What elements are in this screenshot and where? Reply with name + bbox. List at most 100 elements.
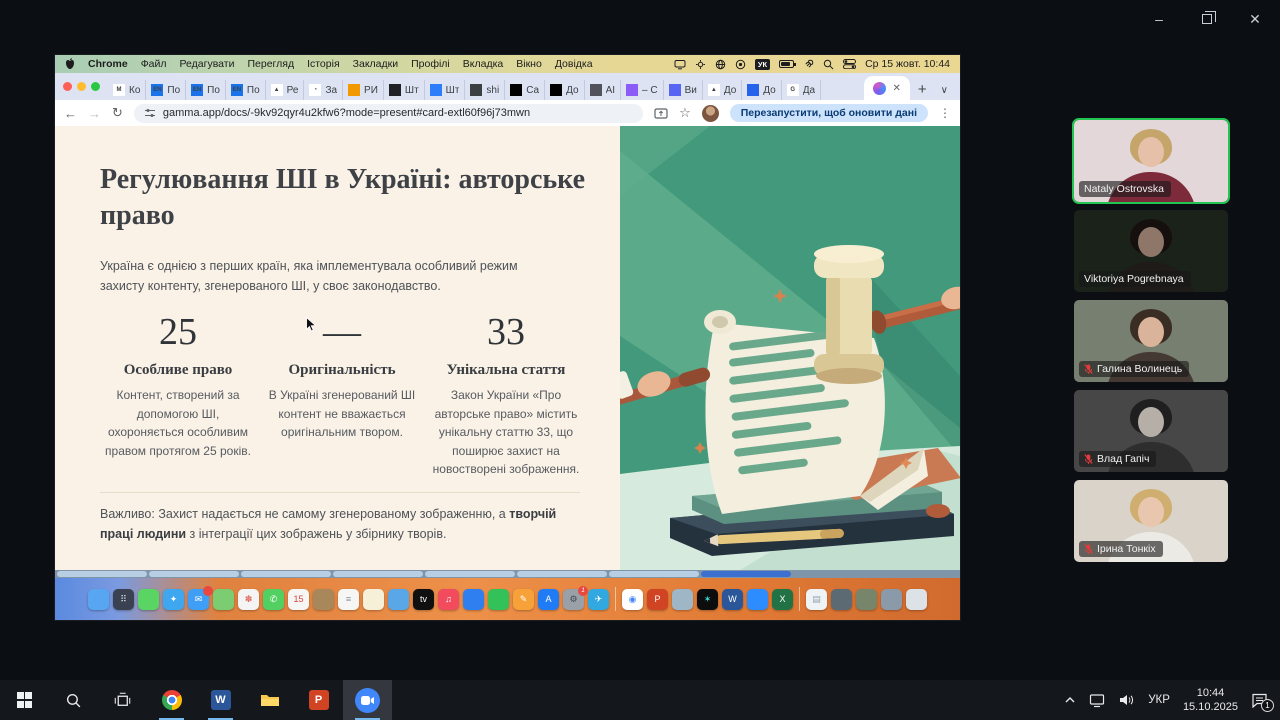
back-button[interactable]: ← [64, 106, 77, 121]
network-icon[interactable] [1089, 693, 1106, 708]
taskbar-powerpoint-button[interactable]: P [294, 680, 343, 720]
taskbar-chrome-button[interactable] [147, 680, 196, 720]
browser-tab[interactable]: РИ [343, 80, 384, 100]
browser-tab[interactable]: До [545, 80, 584, 100]
browser-tab[interactable]: Шт [425, 80, 466, 100]
dock-settings[interactable]: ⚙ 1 [563, 589, 584, 610]
progress-segment[interactable] [333, 571, 423, 577]
dock-finder[interactable] [88, 589, 109, 610]
spotlight-search-icon[interactable] [823, 59, 834, 70]
participant-vlad-hapich[interactable]: Влад Гапіч [1072, 388, 1230, 474]
share-tab-icon[interactable] [654, 107, 668, 120]
task-view-button[interactable] [98, 680, 147, 720]
dock-keynote[interactable] [463, 589, 484, 610]
volume-icon[interactable] [1119, 693, 1135, 707]
hidden-icons-chevron[interactable] [1064, 696, 1076, 704]
active-tab-gamma[interactable]: ✕ [864, 76, 910, 100]
profile-avatar[interactable] [702, 105, 719, 122]
dock-contacts[interactable] [313, 589, 334, 610]
menubar-item[interactable]: Закладки [353, 58, 398, 70]
dock-chrome[interactable]: ◉ [622, 589, 643, 610]
taskbar-search-button[interactable] [49, 680, 98, 720]
dock-screenshot-file-2[interactable] [856, 589, 877, 610]
browser-tab[interactable]: EN По [186, 80, 226, 100]
taskbar-word-button[interactable]: W [196, 680, 245, 720]
dock-screenshot-file-1[interactable] [831, 589, 852, 610]
dock-telegram[interactable]: ✈ [588, 589, 609, 610]
dock-excel[interactable]: X [772, 589, 793, 610]
taskbar-clock[interactable]: 10:44 15.10.2025 [1183, 686, 1238, 715]
dock-powerpoint[interactable]: P [647, 589, 668, 610]
dock-music[interactable]: ♫ [438, 589, 459, 610]
dock-document[interactable]: ▤ [806, 589, 827, 610]
participant-iryna-tonkikh[interactable]: Ірина Тонкіх [1072, 478, 1230, 564]
browser-tab[interactable]: ◔ За [304, 80, 343, 100]
progress-segment[interactable] [701, 571, 791, 577]
new-tab-button[interactable]: + [910, 81, 935, 100]
browser-tab[interactable]: Шт [384, 80, 425, 100]
restore-button[interactable] [1196, 8, 1218, 30]
progress-segment[interactable] [609, 571, 699, 577]
progress-segment[interactable] [517, 571, 607, 577]
browser-tab[interactable]: M Ко [108, 80, 146, 100]
dock-messages[interactable] [138, 589, 159, 610]
browser-tab[interactable]: EN По [226, 80, 266, 100]
menubar-app-name[interactable]: Chrome [88, 58, 128, 70]
minimize-button[interactable]: – [1148, 8, 1170, 30]
mac-minimize-icon[interactable] [77, 82, 86, 91]
dock-numbers[interactable] [488, 589, 509, 610]
browser-tab[interactable]: shi [465, 80, 505, 100]
browser-tab[interactable]: EN По [146, 80, 186, 100]
dock-butterfly-app[interactable]: ✶ [697, 589, 718, 610]
gear-status-icon[interactable] [695, 59, 706, 70]
dock-weather[interactable] [388, 589, 409, 610]
participant-viktoriya-pogrebnaya[interactable]: Viktoriya Pogrebnaya [1072, 208, 1230, 294]
browser-tab[interactable]: Са [505, 80, 545, 100]
record-status-icon[interactable] [735, 59, 746, 70]
relaunch-to-update-button[interactable]: Перезапустити, щоб оновити дані [730, 104, 928, 122]
tab-search-chevron-icon[interactable]: ∨ [935, 85, 954, 100]
globe-status-icon[interactable] [715, 59, 726, 70]
forward-button[interactable]: → [88, 106, 101, 121]
presentation-progress-bar[interactable] [55, 570, 960, 578]
dock-trash[interactable] [906, 589, 927, 610]
menubar-item[interactable]: Історія [307, 58, 340, 70]
address-bar[interactable]: gamma.app/docs/-9kv92qyr4u2kfw6?mode=pre… [134, 104, 643, 123]
progress-segment[interactable] [425, 571, 515, 577]
dock-facetime[interactable]: ✆ [263, 589, 284, 610]
dock-screenshot-app[interactable] [672, 589, 693, 610]
browser-tab[interactable]: Ви [664, 80, 703, 100]
menubar-item[interactable]: Профілі [411, 58, 450, 70]
taskbar-file-explorer-button[interactable] [245, 680, 294, 720]
participant-halyna-volynets[interactable]: Галина Волинець [1072, 298, 1230, 384]
dock-photos[interactable]: ✽ [238, 589, 259, 610]
dock-notes[interactable] [363, 589, 384, 610]
menubar-item[interactable]: Довідка [555, 58, 593, 70]
dock-safari[interactable]: ✦ [163, 589, 184, 610]
mac-close-icon[interactable] [63, 82, 72, 91]
dock-apple-tv[interactable]: tv [413, 589, 434, 610]
menubar-item[interactable]: Файл [141, 58, 167, 70]
menubar-item[interactable]: Редагувати [180, 58, 235, 70]
menubar-item[interactable]: Перегляд [247, 58, 294, 70]
input-language-badge[interactable]: УК [755, 59, 770, 70]
browser-tab[interactable]: ▲ Ре [266, 80, 305, 100]
apple-logo-icon[interactable] [65, 58, 75, 70]
browser-tab[interactable]: AI [585, 80, 621, 100]
menubar-item[interactable]: Вікно [516, 58, 542, 70]
mac-fullscreen-icon[interactable] [91, 82, 100, 91]
reload-button[interactable]: ↻ [112, 105, 123, 121]
tab-close-icon[interactable]: ✕ [893, 83, 901, 94]
dock-calendar[interactable]: 15 [288, 589, 309, 610]
display-status-icon[interactable] [674, 58, 686, 70]
menubar-datetime[interactable]: Ср 15 жовт. 10:44 [865, 58, 950, 70]
chrome-menu-icon[interactable]: ⋮ [939, 106, 951, 120]
close-button[interactable]: ✕ [1244, 8, 1266, 30]
menubar-item[interactable]: Вкладка [463, 58, 503, 70]
start-button[interactable] [0, 680, 49, 720]
browser-tab[interactable]: G Да [782, 80, 821, 100]
browser-tab[interactable]: До [742, 80, 781, 100]
progress-segment[interactable] [57, 571, 147, 577]
dock-zoom[interactable] [747, 589, 768, 610]
dock-mail[interactable]: ✉ [188, 589, 209, 610]
